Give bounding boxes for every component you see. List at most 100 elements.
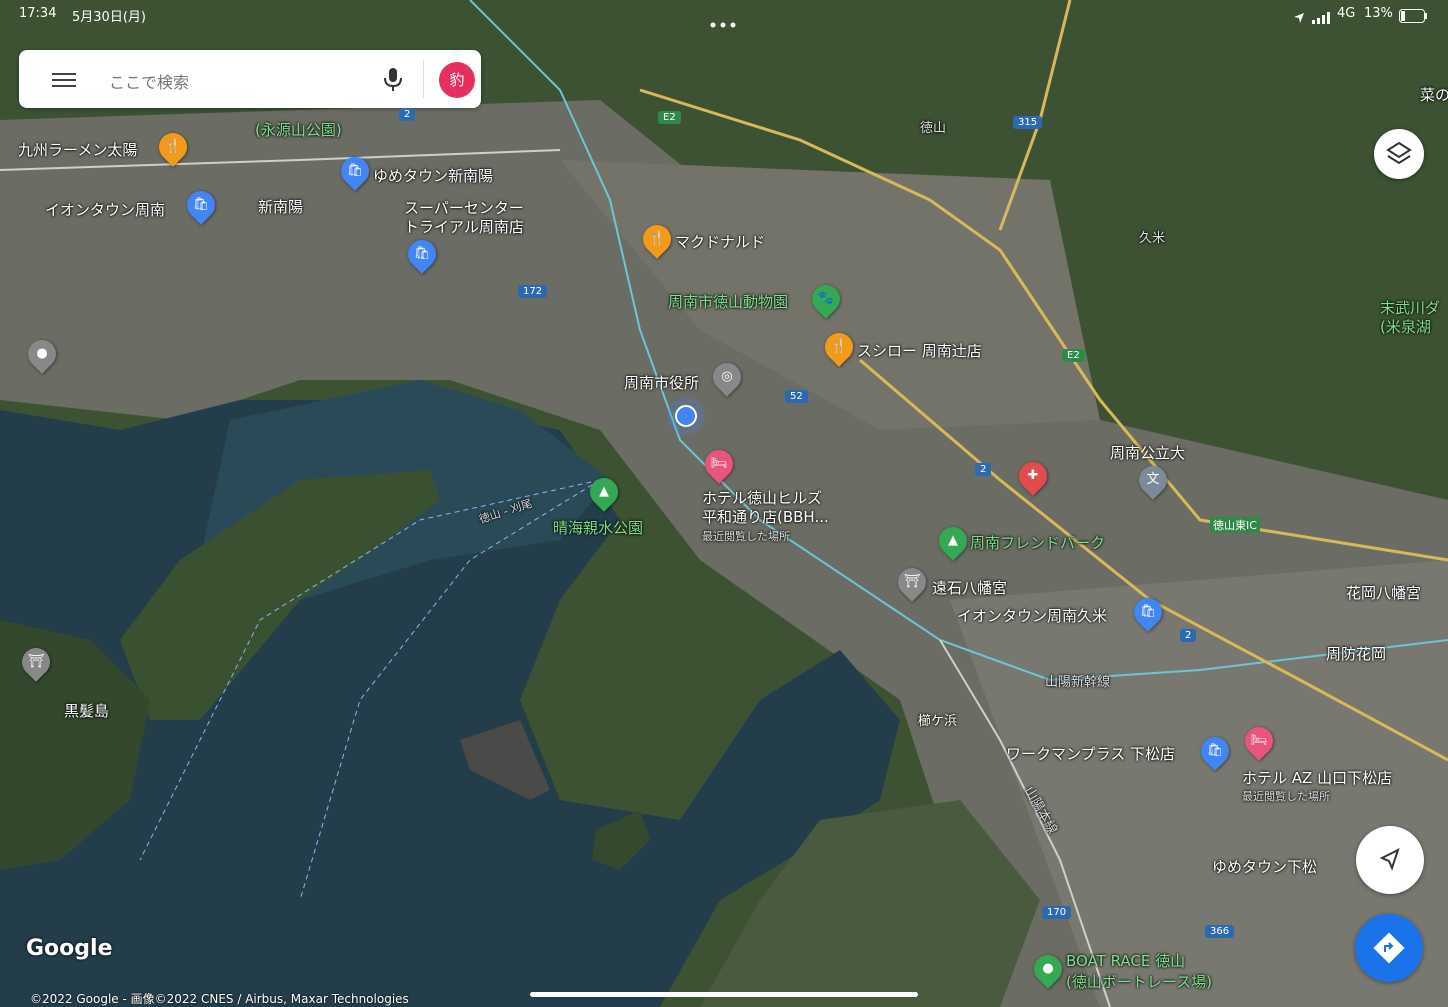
restaurant-marker[interactable]: 🍴 (819, 327, 859, 367)
place-marker[interactable]: ● (1028, 949, 1068, 989)
restaurant-marker[interactable]: 🍴 (637, 219, 677, 259)
school-marker[interactable]: 文 (1133, 460, 1173, 500)
status-date: 5月30日(月) (72, 10, 146, 25)
medical-icon: ✚ (1027, 468, 1039, 483)
park-marker[interactable]: ▲ (933, 521, 973, 561)
school-icon: 文 (1146, 472, 1160, 487)
road-shield: 2 (399, 108, 416, 121)
microphone-icon[interactable] (381, 66, 405, 94)
directions-button[interactable] (1355, 914, 1423, 982)
search-bar[interactable]: ここで検索 豹 (19, 50, 481, 108)
place-label[interactable]: イオンタウン周南久米 (957, 605, 1107, 626)
place-label[interactable]: スシロー 周南辻店 (857, 340, 982, 361)
shopping-marker[interactable]: 🛍 (335, 151, 375, 191)
place-label[interactable]: (永源山公園) (255, 119, 342, 140)
place-label[interactable]: 菜の (1420, 84, 1448, 105)
area-label: 徳山 (920, 121, 947, 136)
bed-icon: 🛏 (710, 456, 728, 471)
road-shield: 172 (518, 285, 548, 298)
shopping-bag-icon: 🛍 (1206, 743, 1224, 758)
island-label[interactable]: 黒髪島 (64, 700, 109, 721)
hotel-marker[interactable]: 🛏 (699, 444, 739, 484)
interchange-label[interactable]: 徳山東IC (1210, 517, 1260, 533)
place-label[interactable]: 周南市徳山動物園 (668, 291, 788, 312)
torii-icon: ⛩ (27, 654, 45, 669)
search-input[interactable]: ここで検索 (109, 69, 189, 93)
place-label[interactable]: ワークマンプラス 下松店 (1006, 743, 1175, 764)
place-marker[interactable]: ● (22, 334, 62, 374)
current-location-dot[interactable] (675, 405, 697, 427)
road-shield: 366 (1205, 925, 1235, 938)
place-label[interactable]: 末武川ダ (1380, 297, 1440, 318)
menu-icon[interactable] (52, 69, 76, 89)
place-label[interactable]: 花岡八幡宮 (1346, 582, 1421, 603)
city-hall-marker[interactable]: ◎ (707, 357, 747, 397)
place-label[interactable]: トライアル周南店 (404, 216, 524, 237)
area-label: 久米 (1139, 231, 1166, 246)
paw-icon: 🐾 (817, 291, 835, 306)
shopping-bag-icon: 🛍 (346, 163, 364, 178)
place-label[interactable]: (米泉湖 (1380, 316, 1431, 337)
place-label[interactable]: 晴海親水公園 (553, 517, 643, 538)
multitasking-dots-icon[interactable] (710, 13, 740, 28)
hospital-marker[interactable]: ✚ (1013, 456, 1053, 496)
account-avatar[interactable]: 豹 (439, 62, 475, 98)
recently-viewed-label: 最近閲覧した場所 (702, 530, 790, 543)
place-label[interactable]: BOAT RACE 徳山 (1066, 950, 1185, 971)
place-label[interactable]: ゆめタウン新南陽 (373, 165, 493, 186)
copyright-text[interactable]: ©2022 Google - 画像©2022 CNES / Airbus, Ma… (30, 990, 409, 1007)
search-divider (423, 60, 424, 98)
place-label[interactable]: ホテル徳山ヒルズ (702, 487, 822, 508)
tree-icon: ▲ (599, 484, 609, 499)
road-shield: 2 (975, 463, 992, 476)
place-label[interactable]: イオンタウン周南 (45, 199, 165, 220)
my-location-button[interactable] (1356, 826, 1424, 894)
place-label[interactable]: 周南フレンドパーク (970, 532, 1105, 553)
shopping-marker[interactable]: 🛍 (181, 185, 221, 225)
directions-icon (1373, 932, 1405, 964)
hotel-marker[interactable]: 🛏 (1239, 721, 1279, 761)
home-indicator[interactable] (530, 992, 918, 997)
place-label[interactable]: (徳山ボートレース場) (1066, 971, 1212, 992)
station-label[interactable]: 周防花岡 (1326, 643, 1386, 664)
rail-line-label: 山陽新幹線 (1045, 675, 1111, 690)
restaurant-marker[interactable]: 🍴 (153, 127, 193, 167)
place-label[interactable]: 遠石八幡宮 (932, 577, 1007, 598)
place-label[interactable]: ゆめタウン下松 (1212, 856, 1317, 877)
shopping-bag-icon: 🛍 (1139, 604, 1157, 619)
road-shield: 52 (785, 390, 808, 403)
torii-icon: ⛩ (903, 574, 921, 589)
station-label[interactable]: 新南陽 (258, 196, 303, 217)
shrine-marker[interactable]: ⛩ (16, 642, 56, 682)
shopping-marker[interactable]: 🛍 (1195, 731, 1235, 771)
pin-icon: ● (1042, 961, 1054, 976)
place-label[interactable]: 九州ラーメン太陽 (18, 139, 137, 160)
place-label[interactable]: 周南公立大 (1110, 442, 1185, 463)
bed-icon: 🛏 (1250, 733, 1268, 748)
place-label[interactable]: 平和通り店(BBH... (702, 506, 829, 527)
zoo-marker[interactable]: 🐾 (806, 279, 846, 319)
shopping-marker[interactable]: 🛍 (1128, 592, 1168, 632)
status-network: 4G (1337, 6, 1356, 21)
pin-icon: ● (36, 346, 48, 361)
signal-icon (1312, 9, 1332, 28)
target-icon: ◎ (721, 369, 733, 384)
tree-icon: ▲ (948, 533, 958, 548)
road-shield: 2 (1180, 629, 1197, 642)
fork-knife-icon: 🍴 (648, 231, 666, 246)
shrine-marker[interactable]: ⛩ (892, 562, 932, 602)
road-shield: 170 (1042, 906, 1072, 919)
layers-button[interactable] (1374, 129, 1424, 179)
location-arrow-icon (1293, 9, 1305, 28)
road-shield: E2 (1062, 349, 1085, 362)
place-label[interactable]: ホテル AZ 山口下松店 (1242, 767, 1392, 788)
fork-knife-icon: 🍴 (830, 339, 848, 354)
place-label[interactable]: 周南市役所 (624, 372, 699, 393)
park-marker[interactable]: ▲ (584, 472, 624, 512)
fork-knife-icon: 🍴 (164, 139, 182, 154)
place-label[interactable]: マクドナルド (675, 231, 765, 252)
shopping-marker[interactable]: 🛍 (402, 234, 442, 274)
recently-viewed-label: 最近閲覧した場所 (1242, 790, 1330, 803)
place-label[interactable]: スーパーセンター (404, 197, 524, 218)
station-label[interactable]: 櫛ケ浜 (918, 710, 957, 729)
